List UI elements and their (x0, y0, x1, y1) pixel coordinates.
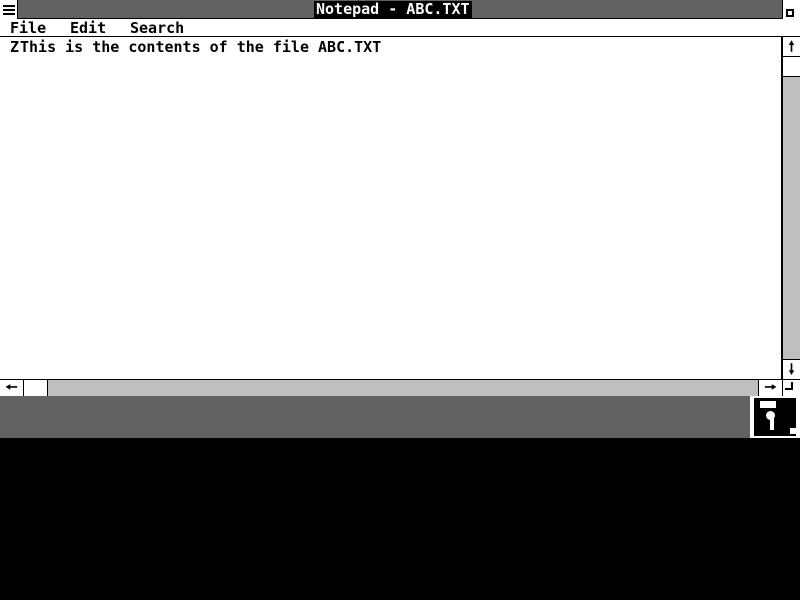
scroll-up-arrow-icon[interactable]: 🠕 (783, 37, 800, 57)
window-title: Notepad - ABC.TXT (314, 0, 472, 18)
vertical-scrollbar[interactable]: 🠕 🠗 (782, 37, 800, 379)
menu-search[interactable]: Search (130, 19, 184, 37)
scroll-right-arrow-icon[interactable]: 🠖 (758, 380, 782, 396)
scroll-down-arrow-icon[interactable]: 🠗 (783, 359, 800, 379)
size-box-icon[interactable] (782, 379, 800, 396)
menu-bar: File Edit Search (0, 19, 800, 37)
scroll-left-arrow-icon[interactable]: 🠔 (0, 380, 24, 396)
vertical-scroll-thumb[interactable] (783, 57, 800, 77)
desktop-background (0, 438, 800, 600)
title-bar[interactable]: Notepad - ABC.TXT (0, 0, 800, 19)
floppy-disk-icon[interactable] (750, 396, 800, 438)
text-editor[interactable]: Z This is the contents of the file ABC.T… (0, 37, 782, 379)
horizontal-scrollbar[interactable]: 🠔 🠖 (0, 379, 782, 396)
horizontal-scroll-thumb[interactable] (24, 380, 48, 396)
notepad-window: Notepad - ABC.TXT File Edit Search Z Thi… (0, 0, 800, 396)
maximize-icon[interactable] (782, 0, 800, 19)
vertical-scroll-track[interactable] (783, 77, 800, 359)
icon-area (0, 396, 800, 438)
menu-edit[interactable]: Edit (70, 19, 106, 37)
screen: Notepad - ABC.TXT File Edit Search Z Thi… (0, 0, 800, 600)
text-content[interactable]: This is the contents of the file ABC.TXT (20, 39, 381, 56)
menu-file[interactable]: File (10, 19, 46, 37)
system-menu-icon[interactable] (0, 0, 18, 19)
horizontal-scroll-track[interactable] (48, 380, 758, 396)
